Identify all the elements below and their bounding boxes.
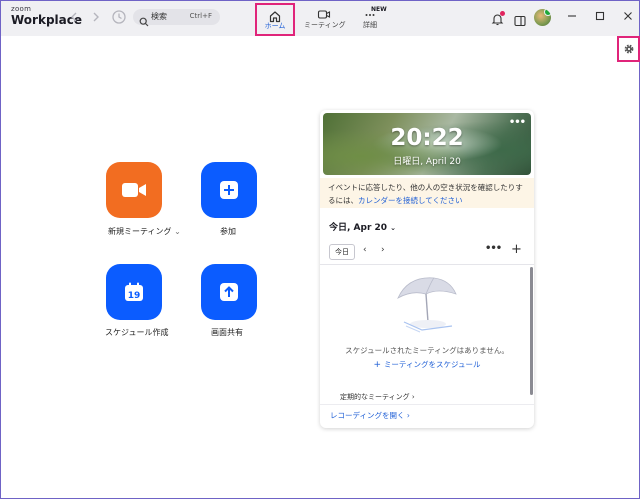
tab-meetings-label: ミーティング xyxy=(304,21,346,29)
next-day-icon[interactable]: › xyxy=(381,245,385,255)
close-icon[interactable] xyxy=(621,10,635,24)
calendar-hero-image: ••• 20:22 日曜日, April 20 xyxy=(323,113,531,175)
avatar[interactable] xyxy=(534,9,551,26)
camera-icon xyxy=(122,183,146,197)
share-arrow-icon xyxy=(220,283,238,301)
share-screen-button[interactable] xyxy=(201,264,257,320)
back-arrow-icon[interactable] xyxy=(67,11,81,25)
calendar-icon: 19 xyxy=(125,282,143,301)
schedule-meeting-link[interactable]: + ミーティングをスケジュール xyxy=(320,359,534,370)
chevron-right-icon: › xyxy=(411,393,415,401)
divider xyxy=(320,404,534,405)
tab-meetings[interactable]: ミーティング xyxy=(304,4,346,34)
calendar-card: ••• 20:22 日曜日, April 20 イベントに応答したり、他の人の空… xyxy=(320,110,534,428)
title-bar: zoom Workplace 検索 Ctrl+F ホーム ミーティング 詳細 N… xyxy=(1,1,639,36)
divider xyxy=(320,264,534,265)
tab-home[interactable]: ホーム xyxy=(255,3,295,36)
new-meeting-button[interactable] xyxy=(106,162,162,218)
connect-calendar-link[interactable]: カレンダーを接続してください xyxy=(358,196,463,205)
chevron-down-icon[interactable]: ⌄ xyxy=(174,227,181,236)
open-recordings-link[interactable]: レコーディングを開く › xyxy=(330,410,410,421)
search-shortcut: Ctrl+F xyxy=(189,12,212,20)
today-button[interactable]: 今日 xyxy=(329,244,355,260)
share-screen-label: 画面共有 xyxy=(211,328,243,337)
schedule-label: スケジュール作成 xyxy=(105,328,169,337)
new-meeting-label: 新規ミーティング ⌄ xyxy=(108,227,181,236)
scrollbar[interactable] xyxy=(530,267,533,395)
gear-icon xyxy=(624,44,634,54)
forward-arrow-icon[interactable] xyxy=(89,11,103,25)
calendar-connect-notice: イベントに応答したり、他の人の空き状況を確認したりす るには、カレンダーを接続し… xyxy=(320,178,534,208)
online-status-dot xyxy=(544,9,551,16)
bell-icon[interactable] xyxy=(491,11,505,26)
tab-details-label: 詳細 xyxy=(363,21,377,29)
more-dots-icon[interactable]: ••• xyxy=(485,243,502,254)
join-label: 参加 xyxy=(220,227,236,236)
calendar-day-number: 19 xyxy=(128,291,141,301)
no-meetings-message: スケジュールされたミーティングはありません。 xyxy=(345,346,509,355)
settings-button[interactable] xyxy=(617,36,640,62)
minimize-icon[interactable] xyxy=(565,10,579,24)
plus-icon xyxy=(220,181,238,199)
app-window: zoom Workplace 検索 Ctrl+F ホーム ミーティング 詳細 N… xyxy=(0,0,640,499)
chevron-down-icon: ⌄ xyxy=(390,224,396,232)
maximize-icon[interactable] xyxy=(593,10,607,24)
plus-icon: + xyxy=(373,360,384,370)
recurring-meetings-link[interactable]: 定期的なミーティング › xyxy=(340,392,415,402)
schedule-button[interactable]: 19 xyxy=(106,264,162,320)
video-icon xyxy=(317,10,331,19)
history-icon[interactable] xyxy=(111,9,127,25)
umbrella-illustration xyxy=(397,277,457,333)
notice-line-2: るには、カレンダーを接続してください xyxy=(328,196,463,205)
notice-line-1: イベントに応答したり、他の人の空き状況を確認したりす xyxy=(328,183,523,192)
chevron-right-icon: › xyxy=(406,411,410,420)
search-label: 検索 xyxy=(151,12,167,21)
tab-home-label: ホーム xyxy=(264,22,286,30)
search-input[interactable]: 検索 Ctrl+F xyxy=(133,9,220,27)
clock-time: 20:22 xyxy=(390,125,464,151)
notification-dot xyxy=(500,11,505,16)
join-button[interactable] xyxy=(201,162,257,218)
add-event-icon[interactable]: + xyxy=(511,242,522,257)
previous-day-icon[interactable]: ‹ xyxy=(363,245,367,255)
clock-date: 日曜日, April 20 xyxy=(393,157,461,167)
search-icon xyxy=(139,12,149,27)
new-badge: NEW xyxy=(371,6,387,13)
side-panel-icon[interactable] xyxy=(514,12,526,27)
day-header[interactable]: 今日, Apr 20 ⌄ xyxy=(329,220,396,233)
